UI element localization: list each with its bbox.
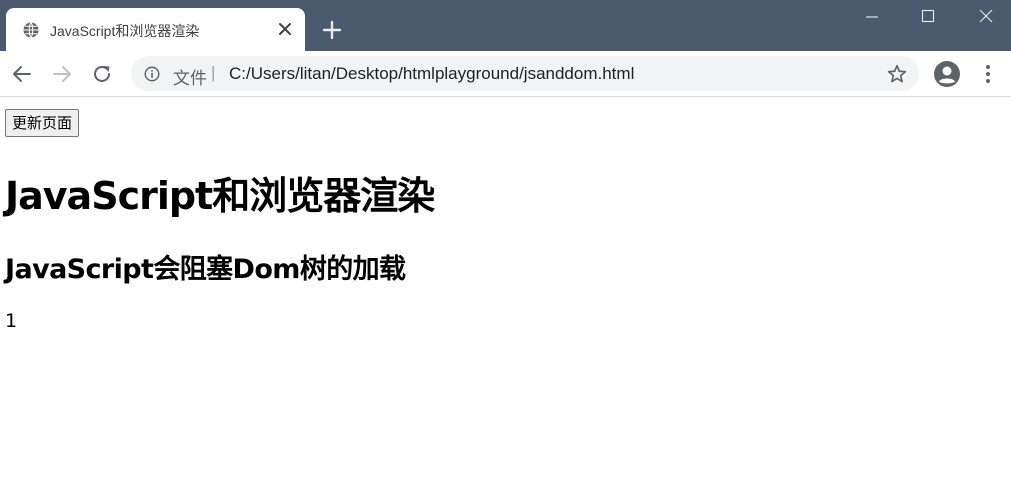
- browser-toolbar: 文件 | C:/Users/litan/Desktop/htmlplaygrou…: [0, 51, 1011, 97]
- page-title: JavaScript和浏览器渲染: [5, 174, 435, 218]
- reload-icon[interactable]: [90, 62, 114, 86]
- close-icon[interactable]: [275, 19, 295, 39]
- star-icon[interactable]: [886, 63, 908, 85]
- close-icon[interactable]: [972, 4, 1000, 28]
- update-page-button[interactable]: 更新页面: [5, 109, 80, 137]
- url-text[interactable]: C:/Users/litan/Desktop/htmlplayground/js…: [229, 64, 634, 84]
- more-vert-icon[interactable]: [978, 63, 998, 85]
- arrow-right-icon[interactable]: [50, 62, 74, 86]
- arrow-left-icon[interactable]: [10, 62, 34, 86]
- address-bar[interactable]: 文件 | C:/Users/litan/Desktop/htmlplaygrou…: [131, 56, 919, 91]
- globe-icon: [23, 22, 39, 38]
- account-icon[interactable]: [933, 60, 961, 88]
- browser-tab[interactable]: JavaScript和浏览器渲染: [6, 8, 305, 51]
- info-icon[interactable]: [143, 65, 161, 83]
- url-scheme-label: 文件: [173, 69, 207, 88]
- minimize-icon[interactable]: [858, 4, 886, 28]
- tab-title: JavaScript和浏览器渲染: [50, 23, 200, 39]
- plus-icon[interactable]: [320, 18, 344, 42]
- browser-titlebar: JavaScript和浏览器渲染: [0, 0, 1011, 51]
- counter-text: 1: [5, 310, 18, 332]
- maximize-icon[interactable]: [914, 4, 942, 28]
- page-content: 更新页面 JavaScript和浏览器渲染 JavaScript会阻塞Dom树的…: [0, 97, 1011, 498]
- page-subtitle: JavaScript会阻塞Dom树的加载: [5, 254, 406, 285]
- url-separator: |: [211, 63, 216, 82]
